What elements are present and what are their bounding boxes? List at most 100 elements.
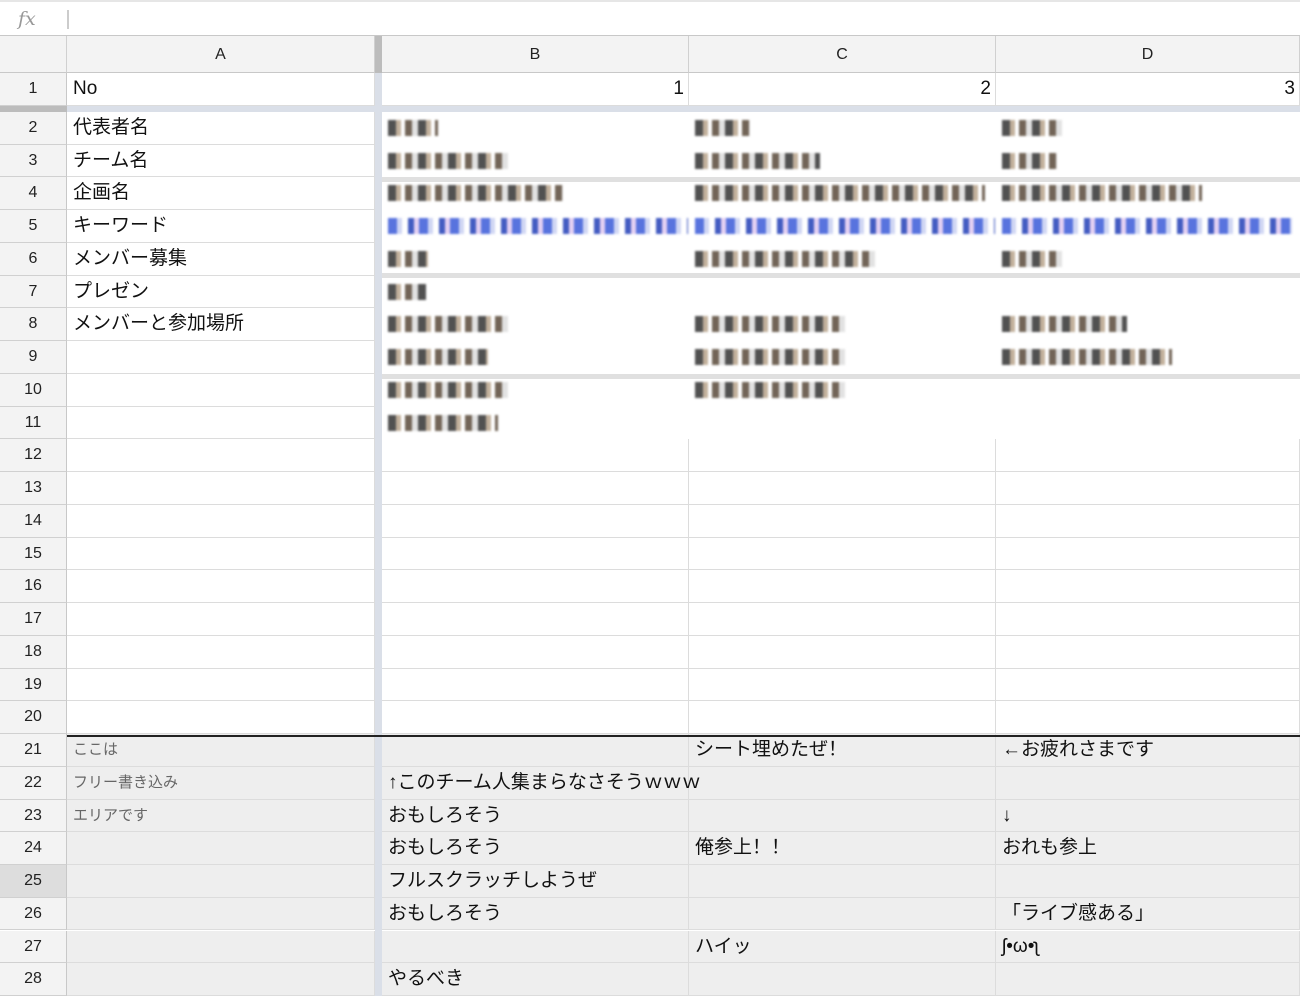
row-header-2[interactable]: 2 [0, 112, 67, 145]
cell-c22[interactable] [689, 766, 996, 800]
cell-d25[interactable] [996, 865, 1300, 898]
row-header-10[interactable]: 10 [0, 373, 67, 407]
cell-d20[interactable] [996, 701, 1300, 735]
cell-b15[interactable] [382, 537, 689, 571]
cell-c28[interactable] [689, 963, 996, 996]
row-header-8[interactable]: 8 [0, 308, 67, 342]
cell-d12[interactable] [996, 439, 1300, 473]
cell-b19[interactable] [382, 668, 689, 702]
cell-c20[interactable] [689, 701, 996, 735]
cell-d18[interactable] [996, 635, 1300, 669]
row-header-20[interactable]: 20 [0, 701, 67, 735]
column-freeze-bar[interactable] [375, 36, 382, 996]
cell-c25[interactable] [689, 865, 996, 898]
cell-c19[interactable] [689, 668, 996, 702]
row-header-16[interactable]: 16 [0, 570, 67, 604]
cell-b25[interactable]: フルスクラッチしようぜ [382, 865, 689, 898]
row-header-18[interactable]: 18 [0, 635, 67, 669]
row-header-5[interactable]: 5 [0, 210, 67, 243]
cell-d16[interactable] [996, 570, 1300, 604]
row-header-26[interactable]: 26 [0, 897, 67, 931]
cell-d11[interactable] [996, 406, 1300, 440]
column-freeze-handle[interactable] [375, 36, 382, 73]
row-freeze-handle[interactable] [0, 106, 67, 112]
cell-a20[interactable] [67, 701, 375, 735]
cell-d26[interactable]: 「ライブ感ある」 [996, 897, 1300, 931]
row-header-14[interactable]: 14 [0, 504, 67, 538]
cell-d28[interactable] [996, 963, 1300, 996]
cell-c27[interactable]: ハイッ [689, 930, 996, 964]
cell-d27[interactable]: ʃ•ω•ʅ [996, 930, 1300, 964]
row-header-25[interactable]: 25 [0, 865, 67, 898]
cell-d13[interactable] [996, 472, 1300, 505]
cell-a5[interactable]: キーワード [67, 210, 375, 243]
column-header-d[interactable]: D [996, 36, 1300, 73]
row-header-21[interactable]: 21 [0, 734, 67, 767]
cell-b14[interactable] [382, 504, 689, 538]
row-header-9[interactable]: 9 [0, 341, 67, 374]
cell-a10[interactable] [67, 373, 375, 407]
cell-d24[interactable]: おれも参上 [996, 832, 1300, 865]
cell-d17[interactable] [996, 603, 1300, 636]
cell-a6[interactable]: メンバー募集 [67, 242, 375, 276]
cell-d19[interactable] [996, 668, 1300, 702]
cell-c14[interactable] [689, 504, 996, 538]
cell-b18[interactable] [382, 635, 689, 669]
row-header-22[interactable]: 22 [0, 766, 67, 800]
cell-b16[interactable] [382, 570, 689, 604]
cell-c18[interactable] [689, 635, 996, 669]
row-header-17[interactable]: 17 [0, 603, 67, 636]
cell-c13[interactable] [689, 472, 996, 505]
cell-a9[interactable] [67, 341, 375, 374]
cell-b24[interactable]: おもしろそう [382, 832, 689, 865]
row-header-23[interactable]: 23 [0, 799, 67, 833]
cell-c16[interactable] [689, 570, 996, 604]
column-header-a[interactable]: A [67, 36, 375, 73]
row-header-1[interactable]: 1 [0, 73, 67, 106]
row-header-13[interactable]: 13 [0, 472, 67, 505]
cell-c11[interactable] [689, 406, 996, 440]
cell-d7[interactable] [996, 275, 1300, 309]
cell-a16[interactable] [67, 570, 375, 604]
cell-c17[interactable] [689, 603, 996, 636]
cell-a15[interactable] [67, 537, 375, 571]
cell-d14[interactable] [996, 504, 1300, 538]
column-header-c[interactable]: C [689, 36, 996, 73]
cell-b27[interactable] [382, 930, 689, 964]
formula-input[interactable] [80, 6, 1300, 32]
row-header-3[interactable]: 3 [0, 144, 67, 178]
cell-c7[interactable] [689, 275, 996, 309]
cell-a26[interactable] [67, 897, 375, 931]
cell-a2[interactable]: 代表者名 [67, 112, 375, 145]
cell-a8[interactable]: メンバーと参加場所 [67, 308, 375, 342]
cell-a12[interactable] [67, 439, 375, 473]
cell-d23[interactable]: ↓ [996, 799, 1300, 833]
cell-a17[interactable] [67, 603, 375, 636]
row-header-6[interactable]: 6 [0, 242, 67, 276]
row-header-19[interactable]: 19 [0, 668, 67, 702]
cell-a23[interactable]: エリアです [67, 799, 375, 833]
cell-a19[interactable] [67, 668, 375, 702]
cell-a13[interactable] [67, 472, 375, 505]
cell-a28[interactable] [67, 963, 375, 996]
cell-b7[interactable] [382, 275, 689, 309]
cell-c12[interactable] [689, 439, 996, 473]
cell-d22[interactable] [996, 766, 1300, 800]
select-all-corner[interactable] [0, 36, 67, 73]
cell-a25[interactable] [67, 865, 375, 898]
row-header-24[interactable]: 24 [0, 832, 67, 865]
cell-a4[interactable]: 企画名 [67, 177, 375, 211]
cell-b22[interactable]: ↑このチーム人集まらなさそうｗｗｗ [382, 766, 701, 800]
cell-b20[interactable] [382, 701, 689, 735]
cell-a7[interactable]: プレゼン [67, 275, 375, 309]
cell-d21[interactable]: ←お疲れさまです [996, 734, 1300, 767]
cell-b13[interactable] [382, 472, 689, 505]
cell-b26[interactable]: おもしろそう [382, 897, 689, 931]
cell-b23[interactable]: おもしろそう [382, 799, 689, 833]
row-header-7[interactable]: 7 [0, 275, 67, 309]
cell-d1[interactable]: 3 [996, 73, 1300, 106]
cell-a18[interactable] [67, 635, 375, 669]
cell-d15[interactable] [996, 537, 1300, 571]
row-header-15[interactable]: 15 [0, 537, 67, 571]
row-header-4[interactable]: 4 [0, 177, 67, 211]
